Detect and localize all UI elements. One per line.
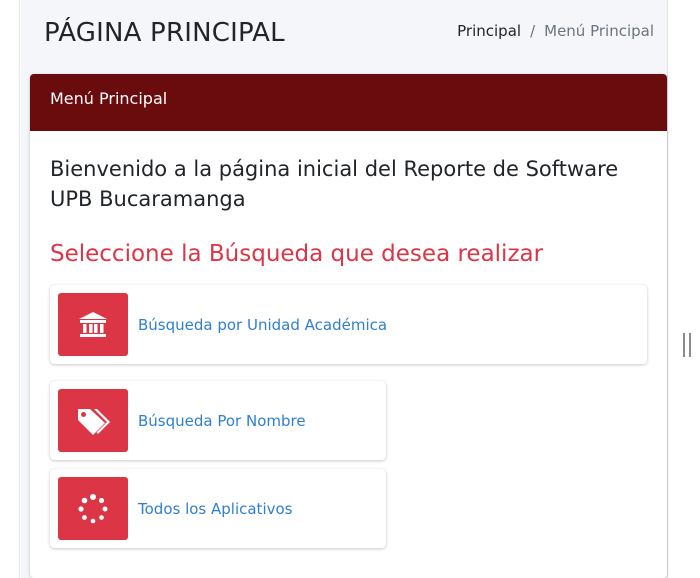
all-applications-link[interactable]: Todos los Aplicativos (138, 500, 292, 518)
page-header: PÁGINA PRINCIPAL Principal / Menú Princi… (21, 0, 668, 74)
left-margin (0, 0, 20, 578)
search-by-academic-unit-option[interactable]: Búsqueda por Unidad Académica (50, 285, 647, 364)
page-title: PÁGINA PRINCIPAL (44, 18, 285, 48)
university-icon (58, 293, 128, 356)
spinner-icon (58, 477, 128, 540)
search-by-name-link[interactable]: Búsqueda Por Nombre (138, 412, 306, 430)
breadcrumb-item-principal[interactable]: Principal (457, 22, 521, 40)
breadcrumb-separator: / (530, 22, 536, 40)
breadcrumb-item-menu-principal: Menú Principal (544, 22, 654, 40)
content-wrapper: PÁGINA PRINCIPAL Principal / Menú Princi… (21, 0, 668, 578)
welcome-text: Bienvenido a la página inicial del Repor… (50, 157, 619, 211)
card-header: Menú Principal (30, 74, 667, 131)
search-by-name-option[interactable]: Búsqueda Por Nombre (50, 381, 386, 460)
all-applications-option[interactable]: Todos los Aplicativos (50, 469, 386, 548)
main-menu-card: Menú Principal Bienvenido a la página in… (30, 74, 667, 578)
tags-icon (58, 389, 128, 452)
search-by-academic-unit-link[interactable]: Búsqueda por Unidad Académica (138, 316, 387, 334)
resize-handle[interactable] (683, 333, 691, 357)
breadcrumb: Principal / Menú Principal (457, 22, 654, 40)
search-prompt: Seleccione la Búsqueda que desea realiza… (50, 241, 544, 267)
